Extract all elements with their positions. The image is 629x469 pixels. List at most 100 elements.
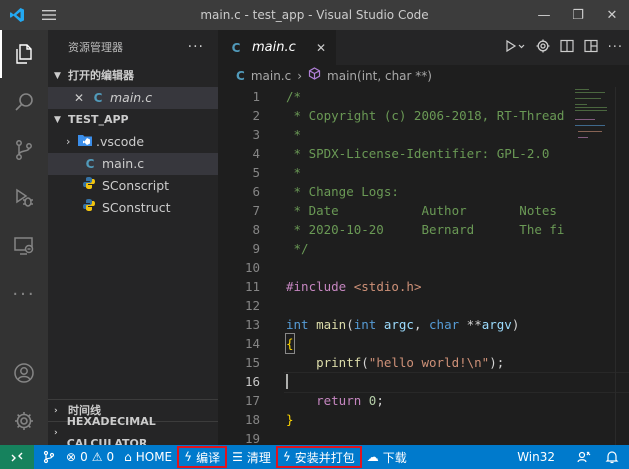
install-package-button[interactable]: ϟ 安装并打包 [275, 446, 362, 468]
code-text: * SPDX-License-Identifier: GPL-2.0 [286, 146, 550, 161]
explorer-sidebar: 资源管理器 ··· ▼ 打开的编辑器 ✕ C main.c ▼ TEST_APP… [48, 30, 218, 445]
more-icon[interactable]: ··· [0, 270, 48, 318]
chevron-right-icon: › [54, 427, 58, 438]
line-number: 9 [252, 241, 260, 256]
home-icon: ⌂ [124, 450, 132, 464]
open-editor-item[interactable]: ✕ C main.c [48, 87, 218, 109]
code-text: int main(int argc, char **argv) [286, 317, 520, 332]
code-text: /* [286, 89, 302, 104]
code-line: 7 * Date Author Notes [218, 201, 629, 220]
c-file-icon: C [85, 157, 95, 171]
tree-item-sconstruct[interactable]: SConstruct [48, 197, 218, 219]
tree-item-label: .vscode [96, 134, 145, 149]
line-number: 14 [244, 336, 260, 351]
minimap[interactable] [575, 87, 615, 147]
line-number: 4 [252, 146, 260, 161]
code-line: 13 int main(int argc, char **argv) [218, 315, 629, 334]
line-number: 2 [252, 108, 260, 123]
tree-item-main-c[interactable]: C main.c [48, 153, 218, 175]
clean-label: 清理 [246, 450, 271, 465]
code-text: return 0; [316, 393, 384, 408]
breadcrumb-file[interactable]: main.c [251, 65, 291, 87]
remote-explorer-icon[interactable] [0, 222, 48, 270]
settings-gear-icon[interactable] [0, 397, 48, 445]
search-icon[interactable] [0, 78, 48, 126]
download-button[interactable]: ☁ 下载 [362, 446, 412, 468]
branch-status[interactable] [34, 446, 61, 468]
open-editors-section[interactable]: ▼ 打开的编辑器 [48, 65, 218, 87]
line-number: 1 [252, 89, 260, 104]
vscode-folder-icon [78, 131, 96, 153]
code-text: * Change Logs: [286, 184, 399, 199]
chevron-right-icon: › [66, 135, 71, 148]
debug-icon[interactable] [0, 174, 48, 222]
line-number: 11 [244, 279, 260, 294]
home-button[interactable]: ⌂ HOME [119, 446, 177, 468]
source-control-icon [43, 450, 55, 464]
code-line: 11 #include <stdio.h> [218, 277, 629, 296]
code-text: * [286, 165, 302, 180]
explorer-icon[interactable] [0, 30, 48, 78]
chevron-down-icon: ▼ [54, 115, 61, 125]
vscode-logo-icon [0, 0, 34, 30]
code-line-current: 16 [218, 372, 629, 393]
restore-button[interactable]: ❐ [561, 0, 595, 30]
remote-indicator-icon[interactable] [0, 445, 34, 469]
code-line: 15 printf("hello world!\n"); [218, 353, 629, 372]
breadcrumb: C main.c › main(int, char **) [218, 65, 629, 87]
source-control-icon[interactable] [0, 126, 48, 174]
platform-label: Win32 [517, 450, 555, 464]
explorer-more-button[interactable]: ··· [188, 30, 204, 65]
tree-item-vscode[interactable]: › .vscode [48, 131, 218, 153]
code-editor[interactable]: 1 /* 2 * Copyright (c) 2006-2018, RT-Thre… [218, 87, 629, 445]
close-window-button[interactable]: ✕ [595, 0, 629, 30]
c-file-icon: C [236, 69, 245, 83]
code-line: 18} [218, 410, 629, 429]
code-text: */ [286, 241, 309, 256]
problems-status[interactable]: ⊗ 0 ⚠ 0 [61, 446, 119, 468]
hex-calculator-title: HEXADECIMAL CALCULATOR [66, 414, 156, 446]
minimize-button[interactable]: — [527, 0, 561, 30]
line-number: 16 [244, 374, 260, 389]
code-line: 8 * 2020-10-20 Bernard The fi [218, 220, 629, 239]
notifications-bell-icon[interactable] [599, 446, 629, 468]
code-text: } [286, 412, 294, 427]
code-text: #include <stdio.h> [286, 279, 422, 294]
code-line: 10 [218, 258, 629, 277]
code-line: 12 [218, 296, 629, 315]
settings-gear-icon[interactable] [536, 39, 550, 57]
code-text: { [285, 333, 295, 354]
project-section[interactable]: ▼ TEST_APP [48, 109, 218, 131]
platform-status[interactable]: Win32 [512, 446, 569, 468]
feedback-icon[interactable] [569, 446, 599, 468]
code-line: 19 [218, 429, 629, 445]
vertical-scrollbar[interactable] [615, 87, 629, 445]
title-bar: main.c - test_app - Visual Studio Code —… [0, 0, 629, 30]
layout-icon[interactable] [583, 39, 598, 57]
breadcrumb-symbol[interactable]: main(int, char **) [327, 65, 432, 87]
explorer-header: 资源管理器 ··· [48, 30, 218, 65]
more-label: ··· [12, 283, 36, 305]
error-icon: ⊗ [66, 450, 77, 464]
tree-item-label: SConstruct [102, 200, 171, 215]
split-editor-icon[interactable] [559, 39, 574, 57]
run-debug-icon[interactable] [504, 39, 526, 57]
code-line: 6 * Change Logs: [218, 182, 629, 201]
activity-bar: ··· [0, 30, 48, 445]
tree-item-label: main.c [102, 156, 145, 171]
build-button[interactable]: ϟ 编译 [177, 446, 228, 468]
warning-icon: ⚠ [91, 450, 103, 464]
tree-item-sconscript[interactable]: SConscript [48, 175, 218, 197]
clean-button[interactable]: ☰ 清理 [227, 446, 276, 468]
code-line: 14 { [218, 333, 629, 354]
line-number: 3 [252, 127, 260, 142]
menu-icon[interactable] [34, 0, 64, 30]
close-tab-icon[interactable]: ✕ [316, 41, 326, 55]
lightning-icon: ϟ [282, 450, 291, 464]
account-icon[interactable] [0, 349, 48, 397]
hex-calculator-section[interactable]: › HEXADECIMAL CALCULATOR [48, 415, 218, 445]
line-number: 19 [244, 431, 260, 445]
close-icon[interactable]: ✕ [72, 87, 86, 109]
tab-main-c[interactable]: C main.c ✕ [218, 30, 336, 65]
more-actions-icon[interactable]: ··· [608, 40, 623, 55]
